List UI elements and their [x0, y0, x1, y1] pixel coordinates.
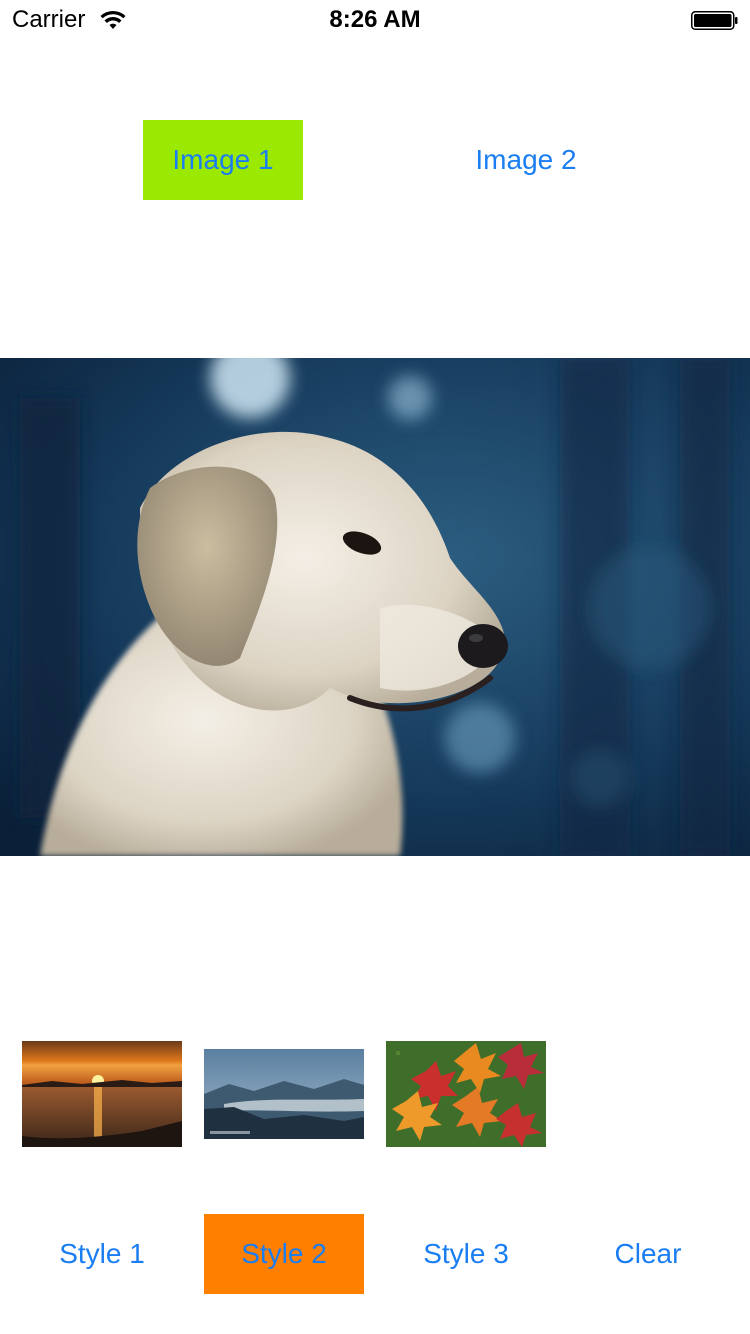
thumbnail-mountains[interactable] [204, 1049, 364, 1139]
thumbnail-leaves[interactable] [386, 1041, 546, 1147]
leaves-image [386, 1041, 546, 1147]
style-2-button[interactable]: Style 2 [204, 1214, 364, 1294]
mountains-image [204, 1049, 364, 1139]
status-time: 8:26 AM [329, 6, 421, 33]
dog-photo [0, 358, 750, 856]
status-bar: Carrier 8:26 AM [0, 0, 750, 40]
image-2-button[interactable]: Image 2 [446, 120, 606, 200]
style-3-button[interactable]: Style 3 [386, 1214, 546, 1294]
main-image [0, 358, 750, 856]
sunset-image [22, 1041, 182, 1147]
image-1-button[interactable]: Image 1 [143, 120, 303, 200]
thumbnail-sunset[interactable] [22, 1041, 182, 1147]
clear-button[interactable]: Clear [568, 1214, 728, 1294]
battery-icon [691, 11, 738, 30]
style-1-button[interactable]: Style 1 [22, 1214, 182, 1294]
